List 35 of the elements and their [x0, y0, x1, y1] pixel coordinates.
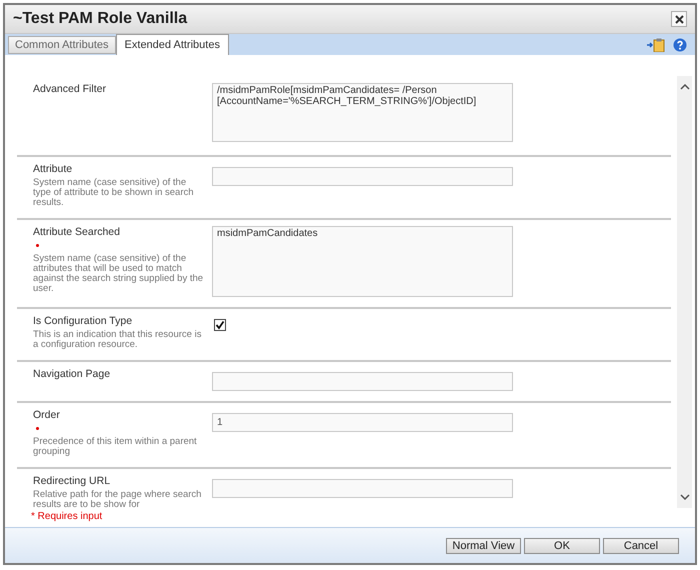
field-label: Attribute Searched [33, 226, 121, 239]
clipboard-icon[interactable] [647, 38, 665, 52]
field-description: System name (case sensitive) of the type of attribute to be shown in search results. [33, 178, 195, 208]
text-area[interactable]: /msidmPamRole[msidmPamCandidates= /Person [AccountName='%SEARCH_TERM_STRING%']/ObjectID] [212, 83, 513, 142]
field-description: Relative path for the page where search results are to be show for [33, 490, 202, 508]
scroll-up-icon[interactable] [680, 84, 690, 90]
field-description: This is an indication that this resource is a configuration resource. [33, 330, 202, 350]
input-field[interactable] [212, 167, 513, 186]
close-button[interactable] [671, 11, 687, 27]
required-icon [36, 244, 39, 247]
required-note: * Requires input [31, 510, 102, 524]
text-area[interactable]: msidmPamCandidates [212, 226, 513, 297]
checkbox[interactable] [214, 319, 226, 331]
scroll-down-icon[interactable] [680, 494, 690, 500]
dialog-button[interactable]: OK [524, 538, 600, 554]
field-label: Order [33, 409, 61, 422]
input-field[interactable] [212, 479, 513, 498]
dialog-button[interactable]: Normal View [446, 538, 521, 554]
field-label: Is Configuration Type [33, 315, 134, 328]
tab[interactable]: Extended Attributes [116, 34, 229, 55]
input-field[interactable] [212, 372, 513, 391]
field-label: Navigation Page [33, 368, 112, 381]
help-icon[interactable] [673, 38, 687, 52]
field-description: System name (case sensitive) of the attributes that will be used to match against the search string supplied by the user. [33, 254, 204, 294]
field-label: Redirecting URL [33, 475, 112, 488]
close-icon [674, 14, 684, 24]
input-field[interactable]: 1 [212, 413, 513, 432]
required-icon [36, 427, 39, 430]
scrollbar[interactable] [677, 76, 692, 508]
dialog-button[interactable]: Cancel [603, 538, 679, 554]
window-title: ~Test PAM Role Vanilla [13, 9, 188, 29]
tab[interactable]: Common Attributes [8, 36, 116, 54]
field-label: Advanced Filter [33, 83, 107, 96]
field-label: Attribute [33, 163, 74, 176]
field-description: Precedence of this item within a parent grouping [33, 437, 198, 457]
